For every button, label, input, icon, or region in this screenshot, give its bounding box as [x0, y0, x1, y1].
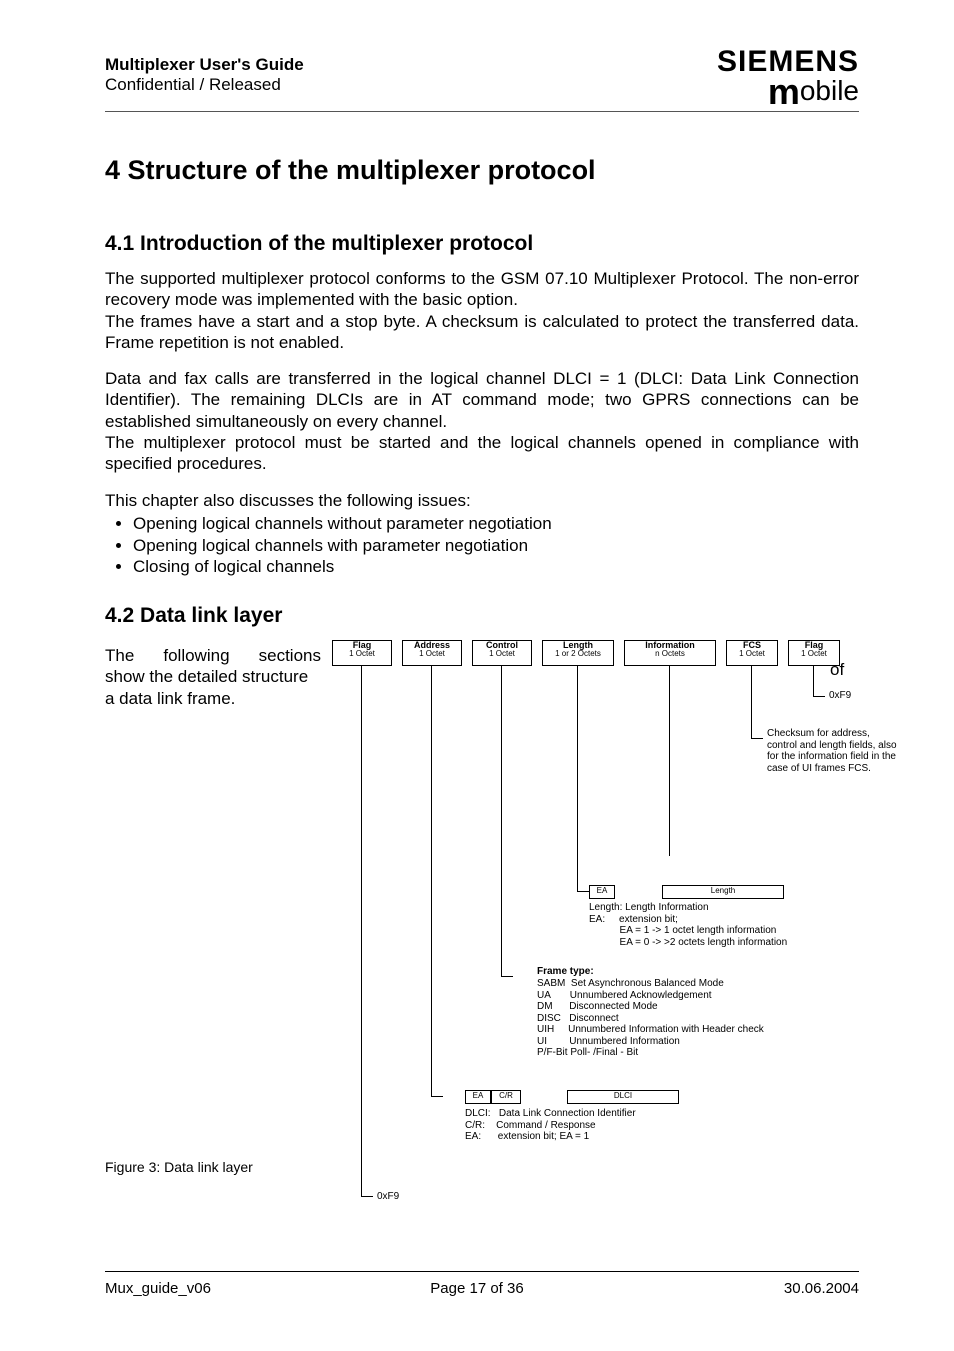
- length-note: Length: Length Information EA: extension…: [589, 902, 849, 948]
- box-information: Informationn Octets: [624, 640, 716, 666]
- para-issues: This chapter also discusses the followin…: [105, 490, 859, 577]
- length-sub-ea: EA: [589, 885, 615, 899]
- doc-subtitle: Confidential / Released: [105, 75, 281, 94]
- bullet-open-with-neg: Opening logical channels with parameter …: [133, 535, 859, 556]
- addr-sub-dlci: DLCI: [567, 1090, 679, 1104]
- length-sub-length: Length: [662, 885, 784, 899]
- header-rule: [105, 111, 859, 112]
- addr-sub-cr: C/R: [491, 1090, 521, 1104]
- box-length: Length1 or 2 Octets: [542, 640, 614, 666]
- footer-rule: [105, 1271, 859, 1272]
- data-link-diagram: Flag1 Octet Address1 Octet Control1 Octe…: [332, 640, 854, 1220]
- brand-mobile: mobile: [717, 75, 859, 107]
- box-flag-left: Flag1 Octet: [332, 640, 392, 666]
- para-protocol-intro: The supported multiplexer protocol confo…: [105, 268, 859, 353]
- brand-logo: SIEMENS mobile: [717, 48, 859, 107]
- bullet-closing: Closing of logical channels: [133, 556, 859, 577]
- bullet-open-no-neg: Opening logical channels without paramet…: [133, 513, 859, 534]
- para-42-intro: The following sections show the detailed…: [105, 645, 321, 709]
- addr-note: DLCI: Data Link Connection Identifier C/…: [465, 1108, 725, 1143]
- figure-3-caption: Figure 3: Data link layer: [105, 1159, 253, 1175]
- issues-lead: This chapter also discusses the followin…: [105, 491, 471, 510]
- box-fcs: FCS1 Octet: [726, 640, 778, 666]
- fcs-note: Checksum for address, control and length…: [767, 728, 897, 774]
- frame-type-title: Frame type:: [537, 966, 594, 978]
- footer-right: 30.06.2004: [784, 1280, 859, 1297]
- section-4-heading: 4 Structure of the multiplexer protocol: [105, 155, 596, 186]
- section-4-2-heading: 4.2 Data link layer: [105, 604, 282, 628]
- frame-type-list: SABM Set Asynchronous Balanced Mode UA U…: [537, 978, 857, 1059]
- doc-title: Multiplexer User's Guide: [105, 55, 304, 74]
- para-dlci: Data and fax calls are transferred in th…: [105, 368, 859, 474]
- box-control: Control1 Octet: [472, 640, 532, 666]
- flag-left-value: 0xF9: [377, 1191, 399, 1203]
- box-address: Address1 Octet: [402, 640, 462, 666]
- section-4-1-heading: 4.1 Introduction of the multiplexer prot…: [105, 232, 533, 256]
- addr-sub-ea: EA: [465, 1090, 491, 1104]
- box-flag-right: Flag1 Octet: [788, 640, 840, 666]
- flag-right-value: 0xF9: [829, 690, 851, 702]
